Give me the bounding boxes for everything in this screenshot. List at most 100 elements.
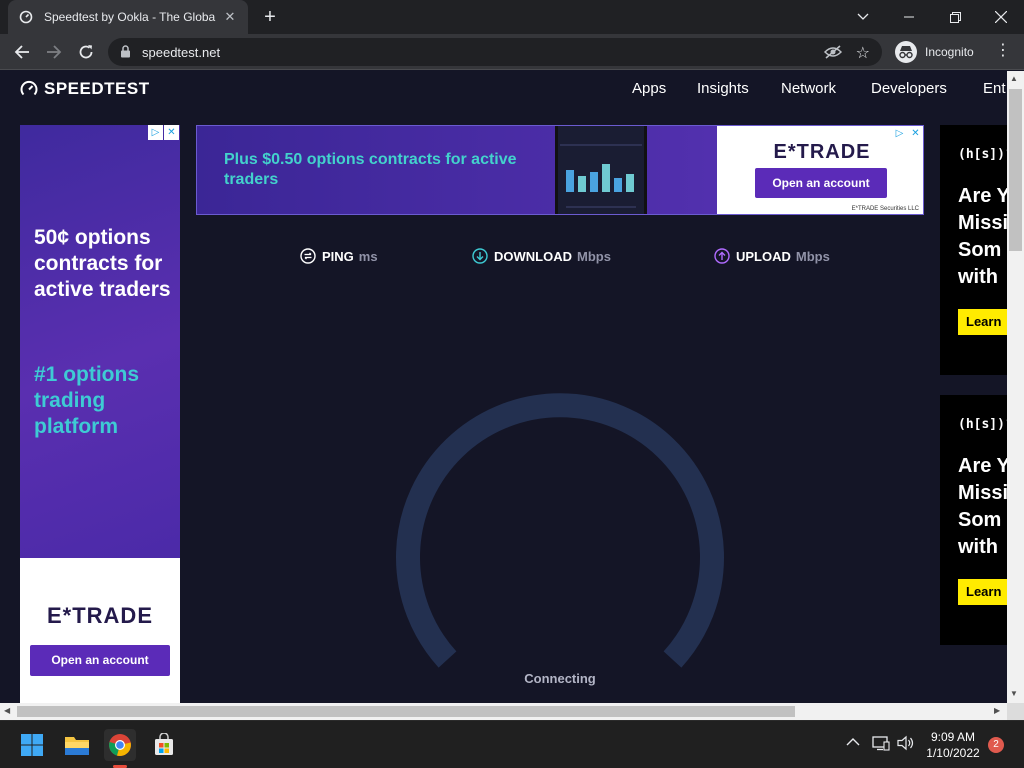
ad-right-line: Are Y	[958, 185, 1007, 207]
ad-right-bottom[interactable]: (h[s])° Are Y Missi Som with Learn	[940, 395, 1007, 645]
ad-right-line: Missi	[958, 482, 1007, 504]
nav-developers[interactable]: Developers	[871, 80, 947, 97]
browser-menu-icon[interactable]: ⋮	[994, 40, 1012, 64]
scroll-down-arrow-icon[interactable]: ▼	[1010, 689, 1018, 698]
ad-left-headline: 50¢ options contracts for active traders	[34, 226, 171, 301]
store-bag-icon	[155, 733, 173, 755]
scrollbar-corner	[1007, 703, 1024, 720]
ad-right-line: Som	[958, 509, 1002, 531]
start-button[interactable]	[16, 729, 48, 761]
ad-right-line: Missi	[958, 212, 1007, 234]
ad-top-open-account-button[interactable]: Open an account	[755, 168, 887, 198]
windows-taskbar: 9:09 AM 1/10/2022 2	[0, 720, 1024, 768]
upload-label: UPLOAD	[736, 248, 791, 264]
incognito-profile-button[interactable]: Incognito	[889, 38, 980, 66]
vertical-scroll-thumb[interactable]	[1009, 89, 1022, 251]
speedtest-favicon-icon	[18, 9, 34, 25]
ping-unit: ms	[358, 248, 378, 264]
tab-strip: Speedtest by Ookla - The Global ✕ +	[0, 0, 1024, 34]
download-arrow-icon	[472, 248, 488, 264]
page-viewport: SPEEDTEST Apps Insights Network Develope…	[0, 71, 1007, 703]
nav-apps[interactable]: Apps	[632, 80, 666, 97]
ad-top-text: Plus $0.50 options contracts for active …	[224, 151, 517, 188]
browser-toolbar: speedtest.net ☆ Incognito ⋮	[0, 34, 1024, 70]
browser-tab[interactable]: Speedtest by Ookla - The Global ✕	[8, 0, 248, 34]
tab-title: Speedtest by Ookla - The Global	[44, 10, 216, 24]
speedtest-logo[interactable]: SPEEDTEST	[20, 79, 150, 99]
upload-metric: UPLOAD Mbps	[714, 248, 830, 264]
ad-left-purple-panel	[20, 125, 180, 558]
upload-unit: Mbps	[795, 248, 830, 264]
ad-close-icon[interactable]: ✕	[908, 126, 923, 141]
scroll-right-arrow-icon[interactable]: ▶	[994, 706, 1000, 715]
phone-chart-graphic	[560, 144, 642, 208]
upload-arrow-icon	[714, 248, 730, 264]
ad-right-headline: Are Y Missi Som with	[958, 453, 1007, 561]
new-tab-button[interactable]: +	[258, 5, 282, 29]
forward-button[interactable]	[42, 40, 66, 64]
tab-close-icon[interactable]: ✕	[222, 9, 238, 25]
bookmark-star-icon[interactable]: ☆	[856, 43, 870, 63]
taskbar-clock[interactable]: 9:09 AM 1/10/2022	[924, 729, 982, 761]
download-unit: Mbps	[577, 248, 611, 264]
adchoices-icon[interactable]: ▷	[148, 125, 163, 140]
chrome-taskbar-button[interactable]	[104, 729, 136, 761]
scroll-left-arrow-icon[interactable]: ◀	[4, 706, 10, 715]
horizontal-scrollbar[interactable]: ◀ ▶	[0, 703, 1007, 720]
ad-right-learn-button[interactable]: Learn	[958, 309, 1007, 335]
ad-right-headline: Are Y Missi Som with	[958, 183, 1007, 291]
nav-network[interactable]: Network	[781, 80, 836, 97]
nav-enterprise[interactable]: Ent	[983, 80, 1006, 97]
vertical-scrollbar[interactable]: ▲ ▼	[1007, 71, 1024, 703]
etrade-logo: E*TRADE	[46, 603, 153, 628]
address-bar[interactable]: speedtest.net ☆	[108, 38, 882, 66]
ad-right-learn-button[interactable]: Learn	[958, 579, 1007, 605]
tracking-blocked-eye-icon[interactable]	[823, 44, 843, 65]
clock-date: 1/10/2022	[926, 746, 980, 760]
windows-logo-icon	[21, 734, 43, 756]
file-explorer-button[interactable]	[61, 729, 93, 761]
horizontal-scroll-thumb[interactable]	[17, 706, 795, 717]
close-window-button[interactable]	[978, 0, 1024, 34]
ad-top-phone-graphic	[555, 126, 647, 214]
speed-gauge	[396, 393, 724, 668]
notification-badge[interactable]: 2	[988, 737, 1004, 753]
ping-icon	[300, 248, 316, 264]
logo-text: SPEEDTEST	[44, 79, 150, 98]
nav-insights[interactable]: Insights	[697, 80, 749, 97]
adchoices-icon[interactable]: ▷	[892, 126, 907, 141]
store-button[interactable]	[148, 729, 180, 761]
ad-right-line: with	[958, 266, 998, 288]
restore-button[interactable]	[932, 0, 978, 34]
ad-top-leaderboard[interactable]: Plus $0.50 options contracts for active …	[196, 125, 924, 215]
folder-icon	[65, 737, 89, 755]
ad-left-skyscraper[interactable]: ▷ ✕ 50¢ options contracts for active tra…	[20, 125, 180, 703]
ad-right-line: Som	[958, 239, 1002, 261]
incognito-icon	[895, 41, 917, 63]
speedtest-gauge-icon	[20, 80, 38, 96]
ad-left-open-account-button[interactable]: Open an account	[30, 645, 170, 676]
incognito-label: Incognito	[925, 45, 974, 59]
connection-status: Connecting	[524, 671, 596, 686]
clock-time: 9:09 AM	[930, 730, 976, 744]
download-metric: DOWNLOAD Mbps	[472, 248, 611, 264]
ad-right-top[interactable]: (h[s])° Are Y Missi Som with Learn	[940, 125, 1007, 375]
ad-top-legal-text: E*TRADE Securities LLC	[851, 206, 919, 212]
etrade-logo: E*TRADE	[773, 141, 871, 163]
ad-close-icon[interactable]: ✕	[164, 125, 179, 140]
network-icon[interactable]	[872, 735, 890, 754]
scroll-up-arrow-icon[interactable]: ▲	[1010, 74, 1018, 83]
tray-overflow-chevron-icon[interactable]	[846, 735, 860, 750]
ad-right-brand: (h[s])°	[958, 417, 1007, 432]
ad-right-brand: (h[s])°	[958, 147, 1007, 162]
lock-icon[interactable]	[120, 45, 131, 63]
back-button[interactable]	[10, 40, 34, 64]
reload-button[interactable]	[74, 40, 98, 64]
tab-search-chevron-icon[interactable]	[840, 0, 886, 34]
url-text: speedtest.net	[142, 45, 221, 60]
volume-icon[interactable]	[897, 735, 915, 754]
minimize-button[interactable]	[886, 0, 932, 34]
ad-right-line: with	[958, 536, 998, 558]
ping-metric: PING ms	[300, 248, 378, 264]
ping-label: PING	[322, 248, 354, 264]
